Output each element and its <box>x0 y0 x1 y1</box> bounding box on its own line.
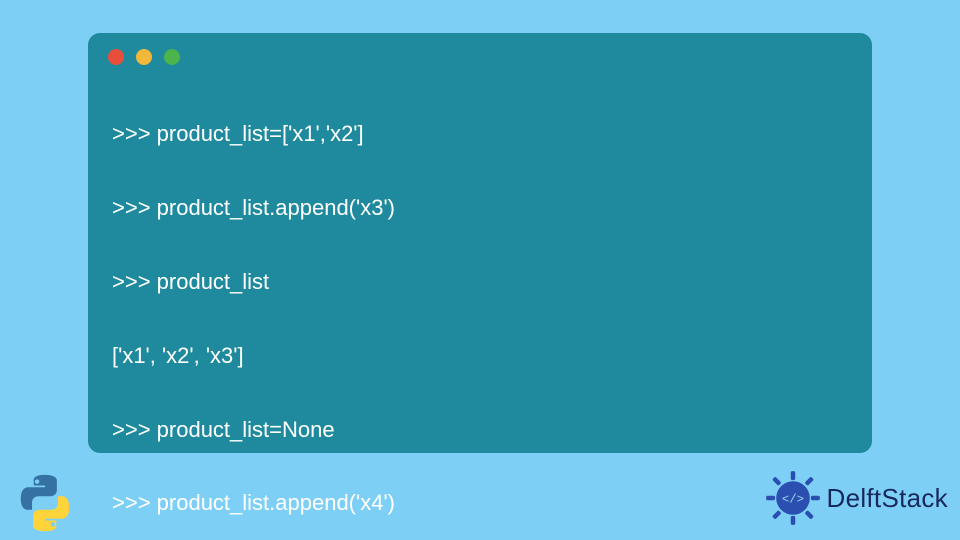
code-line: >>> product_list <box>112 264 848 301</box>
code-line: >>> product_list.append('x3') <box>112 190 848 227</box>
brand-gear-icon: </> <box>765 470 821 526</box>
brand-name: DelftStack <box>827 483 949 514</box>
code-line: >>> product_list=None <box>112 412 848 449</box>
minimize-icon[interactable] <box>136 49 152 65</box>
code-line: >>> product_list=['x1','x2'] <box>112 116 848 153</box>
window-controls <box>108 49 848 65</box>
brand-badge: </> DelftStack <box>765 470 949 526</box>
close-icon[interactable] <box>108 49 124 65</box>
svg-text:</>: </> <box>781 492 803 506</box>
python-logo-icon <box>14 472 76 534</box>
maximize-icon[interactable] <box>164 49 180 65</box>
terminal-output: >>> product_list=['x1','x2'] >>> product… <box>112 79 848 540</box>
terminal-window: >>> product_list=['x1','x2'] >>> product… <box>88 33 872 453</box>
code-line: ['x1', 'x2', 'x3'] <box>112 338 848 375</box>
code-line: >>> product_list.append('x4') <box>112 485 848 522</box>
